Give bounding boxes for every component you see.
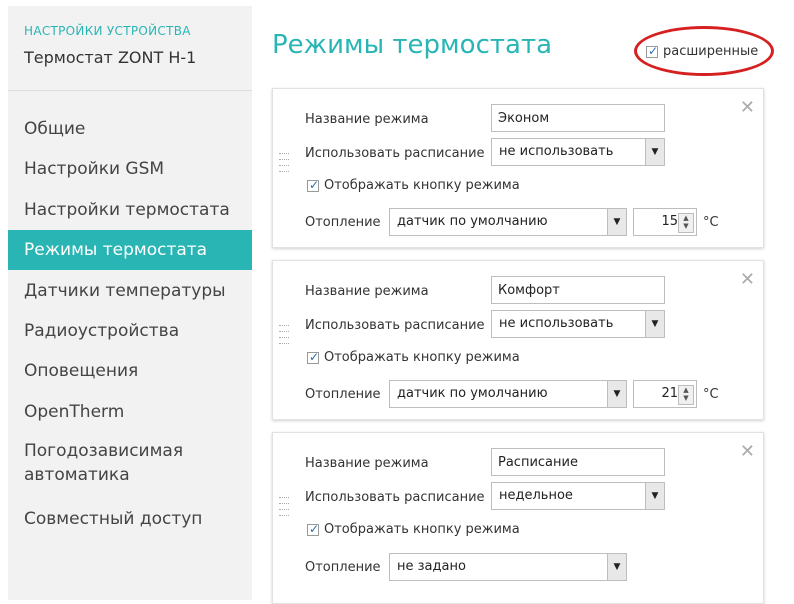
heating-sensor-select[interactable]: датчик по умолчанию ▼: [389, 380, 627, 408]
main-content: Режимы термостата ✓ расширенные ✕ Назван…: [262, 0, 784, 604]
sidebar-divider: [8, 90, 252, 91]
use-schedule-label: Использовать расписание: [305, 490, 485, 505]
heating-sensor-value: датчик по умолчанию: [397, 386, 548, 401]
sidebar-item-gsm[interactable]: Настройки GSM: [8, 156, 252, 182]
sidebar-item-temperature-sensors[interactable]: Датчики температуры: [8, 278, 252, 304]
stepper-arrows-icon[interactable]: ▲ ▼: [678, 213, 694, 233]
heating-sensor-select[interactable]: датчик по умолчанию ▼: [389, 208, 627, 236]
sidebar-item-general[interactable]: Общие: [8, 116, 252, 142]
advanced-label: расширенные: [663, 44, 759, 59]
page-title: Режимы термостата: [272, 30, 553, 60]
sidebar-item-weather-line1: Погодозависимая: [24, 441, 184, 461]
close-icon[interactable]: ✕: [740, 441, 755, 462]
show-button-toggle[interactable]: ✓ Отображать кнопку режима: [307, 522, 520, 537]
schedule-value: не использовать: [499, 316, 614, 331]
mode-name-label: Название режима: [305, 112, 429, 127]
show-button-toggle[interactable]: ✓ Отображать кнопку режима: [307, 350, 520, 365]
schedule-value: не использовать: [499, 144, 614, 159]
check-icon: ✓: [648, 43, 659, 58]
sidebar-item-notifications[interactable]: Оповещения: [8, 358, 252, 384]
close-icon[interactable]: ✕: [740, 269, 755, 290]
sidebar-item-radio-devices[interactable]: Радиоустройства: [8, 318, 252, 344]
chevron-down-icon: ▼: [607, 381, 626, 407]
drag-handle-icon[interactable]: [279, 325, 289, 347]
schedule-select[interactable]: не использовать ▼: [491, 310, 665, 338]
show-button-label: Отображать кнопку режима: [324, 178, 520, 193]
schedule-value: недельное: [499, 488, 573, 503]
chevron-down-icon: ▼: [645, 139, 664, 165]
check-icon: ✓: [309, 349, 320, 364]
chevron-down-icon: ▼: [607, 554, 626, 580]
show-button-toggle[interactable]: ✓ Отображать кнопку режима: [307, 178, 520, 193]
close-icon[interactable]: ✕: [740, 97, 755, 118]
device-settings-label: НАСТРОЙКИ УСТРОЙСТВА: [24, 24, 191, 38]
sidebar-item-thermostat-settings[interactable]: Настройки термостата: [8, 197, 252, 223]
mode-name-input[interactable]: [491, 276, 665, 304]
temperature-unit: °C: [703, 215, 719, 230]
heating-sensor-value: не задано: [397, 559, 466, 574]
temperature-unit: °C: [703, 387, 719, 402]
show-button-checkbox[interactable]: ✓: [307, 349, 320, 364]
chevron-down-icon: ▼: [645, 483, 664, 509]
chevron-down-icon: ▼: [645, 311, 664, 337]
heating-label: Отопление: [305, 215, 381, 230]
sidebar-item-thermostat-modes[interactable]: Режимы термостата: [8, 230, 252, 270]
show-button-label: Отображать кнопку режима: [324, 350, 520, 365]
heating-label: Отопление: [305, 560, 381, 575]
heating-label: Отопление: [305, 387, 381, 402]
stepper-arrows-icon[interactable]: ▲ ▼: [678, 385, 694, 405]
show-button-checkbox[interactable]: ✓: [307, 521, 320, 536]
device-name: Термостат ZONT H-1: [24, 48, 197, 67]
schedule-select[interactable]: не использовать ▼: [491, 138, 665, 166]
show-button-label: Отображать кнопку режима: [324, 522, 520, 537]
mode-name-input[interactable]: [491, 448, 665, 476]
use-schedule-label: Использовать расписание: [305, 318, 485, 333]
mode-name-label: Название режима: [305, 456, 429, 471]
mode-card-schedule: ✕ Название режима Использовать расписани…: [272, 432, 764, 604]
use-schedule-label: Использовать расписание: [305, 146, 485, 161]
sidebar: НАСТРОЙКИ УСТРОЙСТВА Термостат ZONT H-1 …: [8, 6, 252, 600]
check-icon: ✓: [309, 177, 320, 192]
mode-card-economy: ✕ Название режима Использовать расписани…: [272, 88, 764, 248]
sidebar-item-opentherm[interactable]: OpenTherm: [8, 399, 252, 425]
sidebar-item-shared-access[interactable]: Совместный доступ: [8, 506, 252, 532]
mode-card-comfort: ✕ Название режима Использовать расписани…: [272, 260, 764, 420]
check-icon: ✓: [309, 521, 320, 536]
temperature-stepper[interactable]: 15 ▲ ▼: [633, 208, 697, 236]
show-button-checkbox[interactable]: ✓: [307, 177, 320, 192]
mode-name-label: Название режима: [305, 284, 429, 299]
drag-handle-icon[interactable]: [279, 497, 289, 519]
heating-sensor-value: датчик по умолчанию: [397, 214, 548, 229]
advanced-checkbox[interactable]: ✓: [646, 43, 659, 58]
temperature-value: 21: [661, 386, 678, 401]
mode-name-input[interactable]: [491, 104, 665, 132]
sidebar-item-weather-line2: автоматика: [24, 465, 130, 485]
advanced-toggle[interactable]: ✓ расширенные: [646, 44, 758, 59]
temperature-value: 15: [661, 214, 678, 229]
chevron-down-icon: ▼: [607, 209, 626, 235]
temperature-stepper[interactable]: 21 ▲ ▼: [633, 380, 697, 408]
schedule-select[interactable]: недельное ▼: [491, 482, 665, 510]
heating-sensor-select[interactable]: не задано ▼: [389, 553, 627, 581]
sidebar-item-weather-automation[interactable]: Погодозависимая автоматика: [8, 439, 252, 487]
drag-handle-icon[interactable]: [279, 153, 289, 175]
